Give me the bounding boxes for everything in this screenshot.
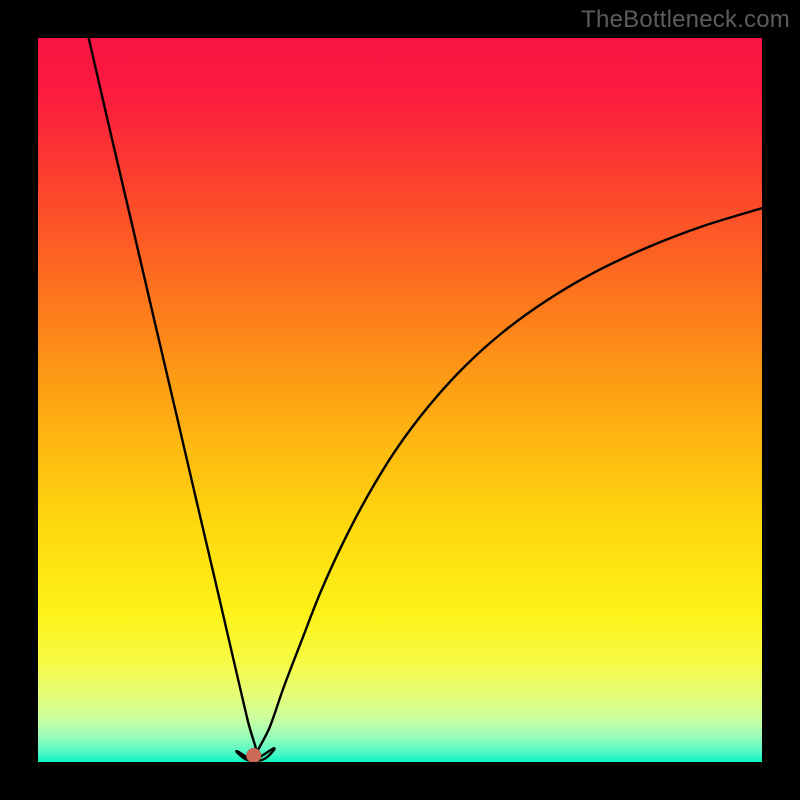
watermark-text: TheBottleneck.com <box>581 6 790 34</box>
gradient-background <box>38 38 762 762</box>
plot-area <box>38 38 762 762</box>
optimum-marker <box>247 748 261 762</box>
chart-frame: TheBottleneck.com <box>0 0 800 800</box>
chart-svg <box>38 38 762 762</box>
